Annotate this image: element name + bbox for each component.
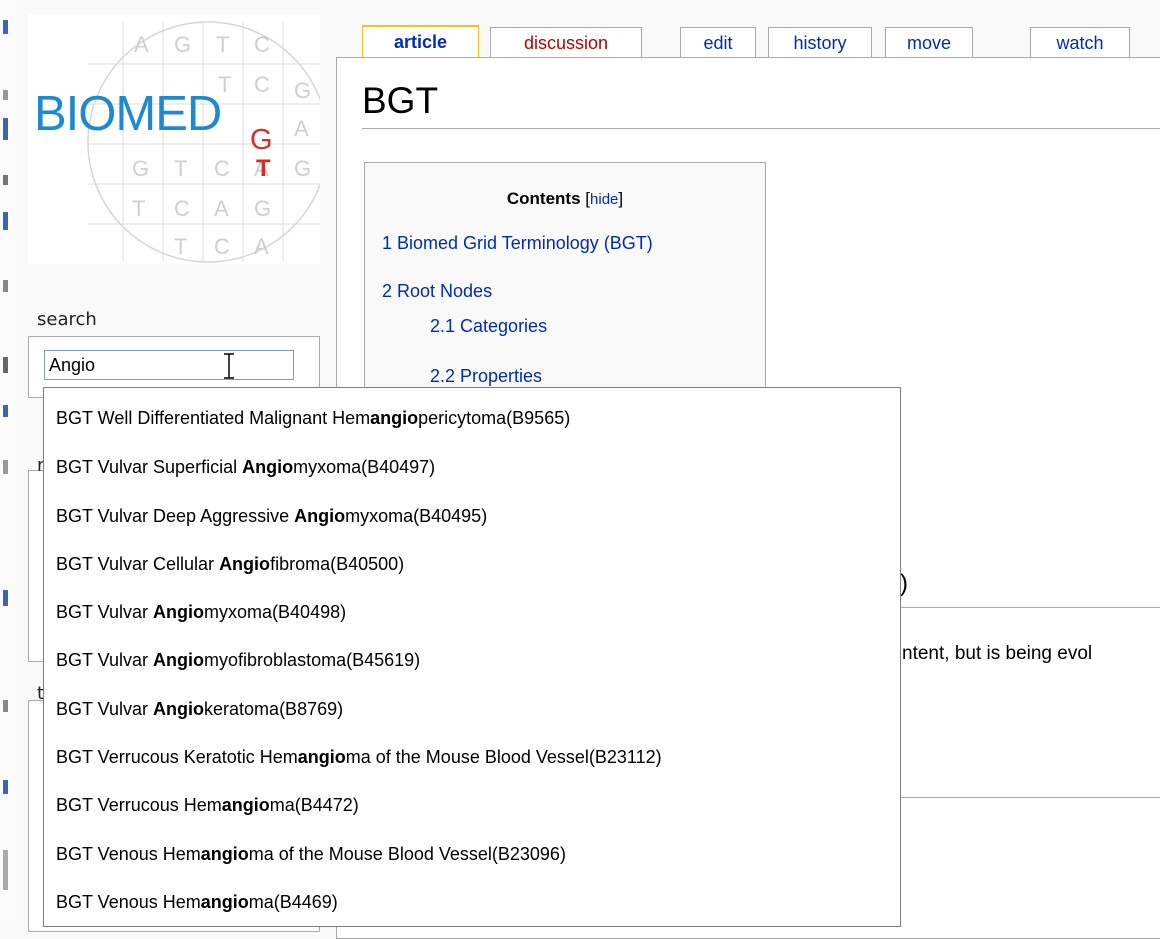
- logo-letter: T: [132, 196, 146, 221]
- site-logo[interactable]: A G T C T C A G A G T C A G T C A G T C …: [28, 14, 320, 264]
- logo-letter: G: [254, 196, 272, 221]
- window-edge-strip: [0, 0, 16, 919]
- logo-wordmark: BIOMED: [34, 87, 222, 141]
- tab-history[interactable]: history: [768, 27, 872, 57]
- suggestion-item[interactable]: BGT Vulvar Angiokeratoma(B8769): [56, 685, 343, 733]
- search-label: search: [37, 309, 97, 330]
- logo-subscript: G: [250, 124, 273, 156]
- suggestion-item[interactable]: BGT Verrucous Hemangioma(B4472): [56, 781, 359, 829]
- suggestion-item[interactable]: BGT Vulvar Angiomyofibroblastoma(B45619): [56, 636, 420, 684]
- search-input[interactable]: [44, 350, 294, 380]
- tab-discussion[interactable]: discussion: [490, 27, 642, 57]
- toc-item[interactable]: 2.1 Categories: [430, 316, 547, 337]
- toc-item[interactable]: 1 Biomed Grid Terminology (BGT): [382, 233, 653, 254]
- tab-edit[interactable]: edit: [680, 27, 756, 57]
- toc-hide-link[interactable]: hide: [590, 191, 618, 208]
- suggestion-item[interactable]: BGT Vulvar Angiomyxoma(B40498): [56, 588, 346, 636]
- section-divider: [898, 607, 1160, 608]
- logo-letter: T: [174, 234, 188, 259]
- tab-article[interactable]: article: [362, 25, 479, 57]
- logo-letter: A: [134, 32, 149, 57]
- logo-letter: A: [214, 196, 229, 221]
- logo-letter: G: [294, 156, 312, 181]
- suggestion-item[interactable]: BGT Venous Hemangioma of the Mouse Blood…: [56, 830, 566, 878]
- toc-item[interactable]: 2 Root Nodes: [382, 281, 492, 302]
- section-heading: ): [900, 570, 908, 597]
- logo-letter: G: [174, 32, 192, 57]
- tab-watch[interactable]: watch: [1030, 27, 1130, 57]
- title-divider: [362, 128, 1160, 129]
- toc-item[interactable]: 2.2 Properties: [430, 366, 542, 387]
- toc-header: Contents [hide]: [365, 189, 765, 209]
- logo-letter: C: [174, 196, 190, 221]
- logo-letter: A: [294, 116, 309, 141]
- suggestion-item[interactable]: BGT Well Differentiated Malignant Hemang…: [56, 394, 570, 442]
- logo-letter: C: [254, 72, 270, 97]
- text-cursor-icon: [224, 353, 234, 379]
- suggestion-item[interactable]: BGT Vulvar Deep Aggressive Angiomyxoma(B…: [56, 492, 487, 540]
- logo-letter: A: [254, 234, 269, 259]
- body-text: ntent, but is being evol: [902, 643, 1093, 664]
- section-divider: [898, 797, 1160, 798]
- logo-letter: G: [132, 156, 150, 181]
- logo-letter: T: [174, 156, 188, 181]
- tab-move[interactable]: move: [885, 27, 973, 57]
- table-of-contents: Contents [hide] 1 Biomed Grid Terminolog…: [364, 162, 766, 402]
- suggestion-item[interactable]: BGT Vulvar Cellular Angiofibroma(B40500): [56, 540, 404, 588]
- search-suggestions-dropdown: BGT Well Differentiated Malignant Hemang…: [43, 387, 901, 927]
- page-title: BGT: [362, 80, 439, 121]
- logo-letter: C: [254, 32, 270, 57]
- logo-red-letter: T: [256, 155, 271, 182]
- logo-letter: G: [294, 78, 312, 103]
- toc-hide-bracket-close: ]: [618, 189, 624, 208]
- logo-letter: T: [216, 32, 230, 57]
- suggestion-item[interactable]: BGT Verrucous Keratotic Hemangioma of th…: [56, 733, 662, 781]
- suggestion-item[interactable]: BGT Vulvar Superficial Angiomyxoma(B4049…: [56, 443, 435, 491]
- toc-title: Contents: [506, 189, 581, 208]
- logo-letter: C: [214, 234, 230, 259]
- logo-letter: C: [214, 156, 230, 181]
